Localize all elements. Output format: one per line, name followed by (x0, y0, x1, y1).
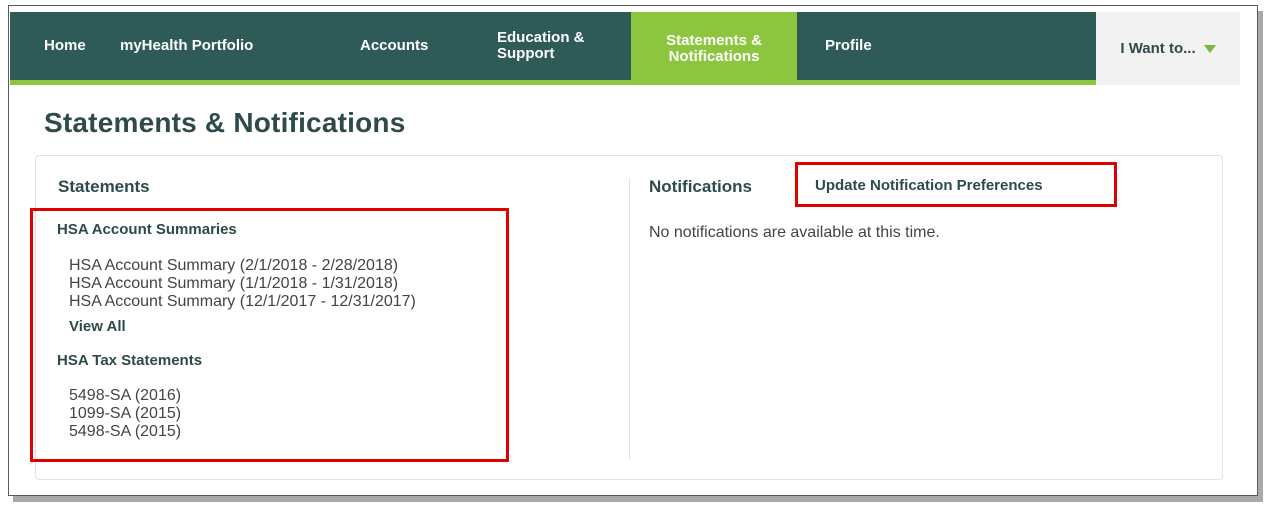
nav-statements-notifications[interactable]: Statements & Notifications (631, 12, 797, 85)
statements-highlight-box (30, 208, 509, 462)
notifications-heading: Notifications (649, 177, 752, 196)
page-title: Statements & Notifications (44, 107, 406, 138)
no-notifications-message: No notifications are available at this t… (649, 224, 940, 241)
nav-profile[interactable]: Profile (825, 12, 872, 80)
i-want-to-label: I Want to... (1120, 40, 1196, 57)
i-want-to-dropdown[interactable]: I Want to... (1096, 12, 1240, 85)
nav-accounts[interactable]: Accounts (360, 12, 428, 80)
nav-education-label: Education & Support (497, 29, 585, 62)
statements-heading: Statements (58, 177, 150, 196)
nav-profile-label: Profile (825, 37, 872, 54)
nav-education-support[interactable]: Education & Support (497, 12, 617, 80)
nav-portfolio-label: myHealth Portfolio (120, 37, 254, 54)
update-preferences-highlight-box (795, 162, 1117, 207)
nav-myhealth-portfolio[interactable]: myHealth Portfolio (120, 12, 253, 80)
caret-down-icon (1203, 44, 1216, 53)
nav-accounts-label: Accounts (360, 37, 429, 54)
nav-home-label: Home (44, 37, 86, 54)
nav-statements-label: Statements & Notifications (666, 31, 762, 65)
navbar-accent-line (10, 80, 1096, 85)
nav-home[interactable]: Home (44, 12, 86, 80)
column-divider (629, 178, 630, 460)
